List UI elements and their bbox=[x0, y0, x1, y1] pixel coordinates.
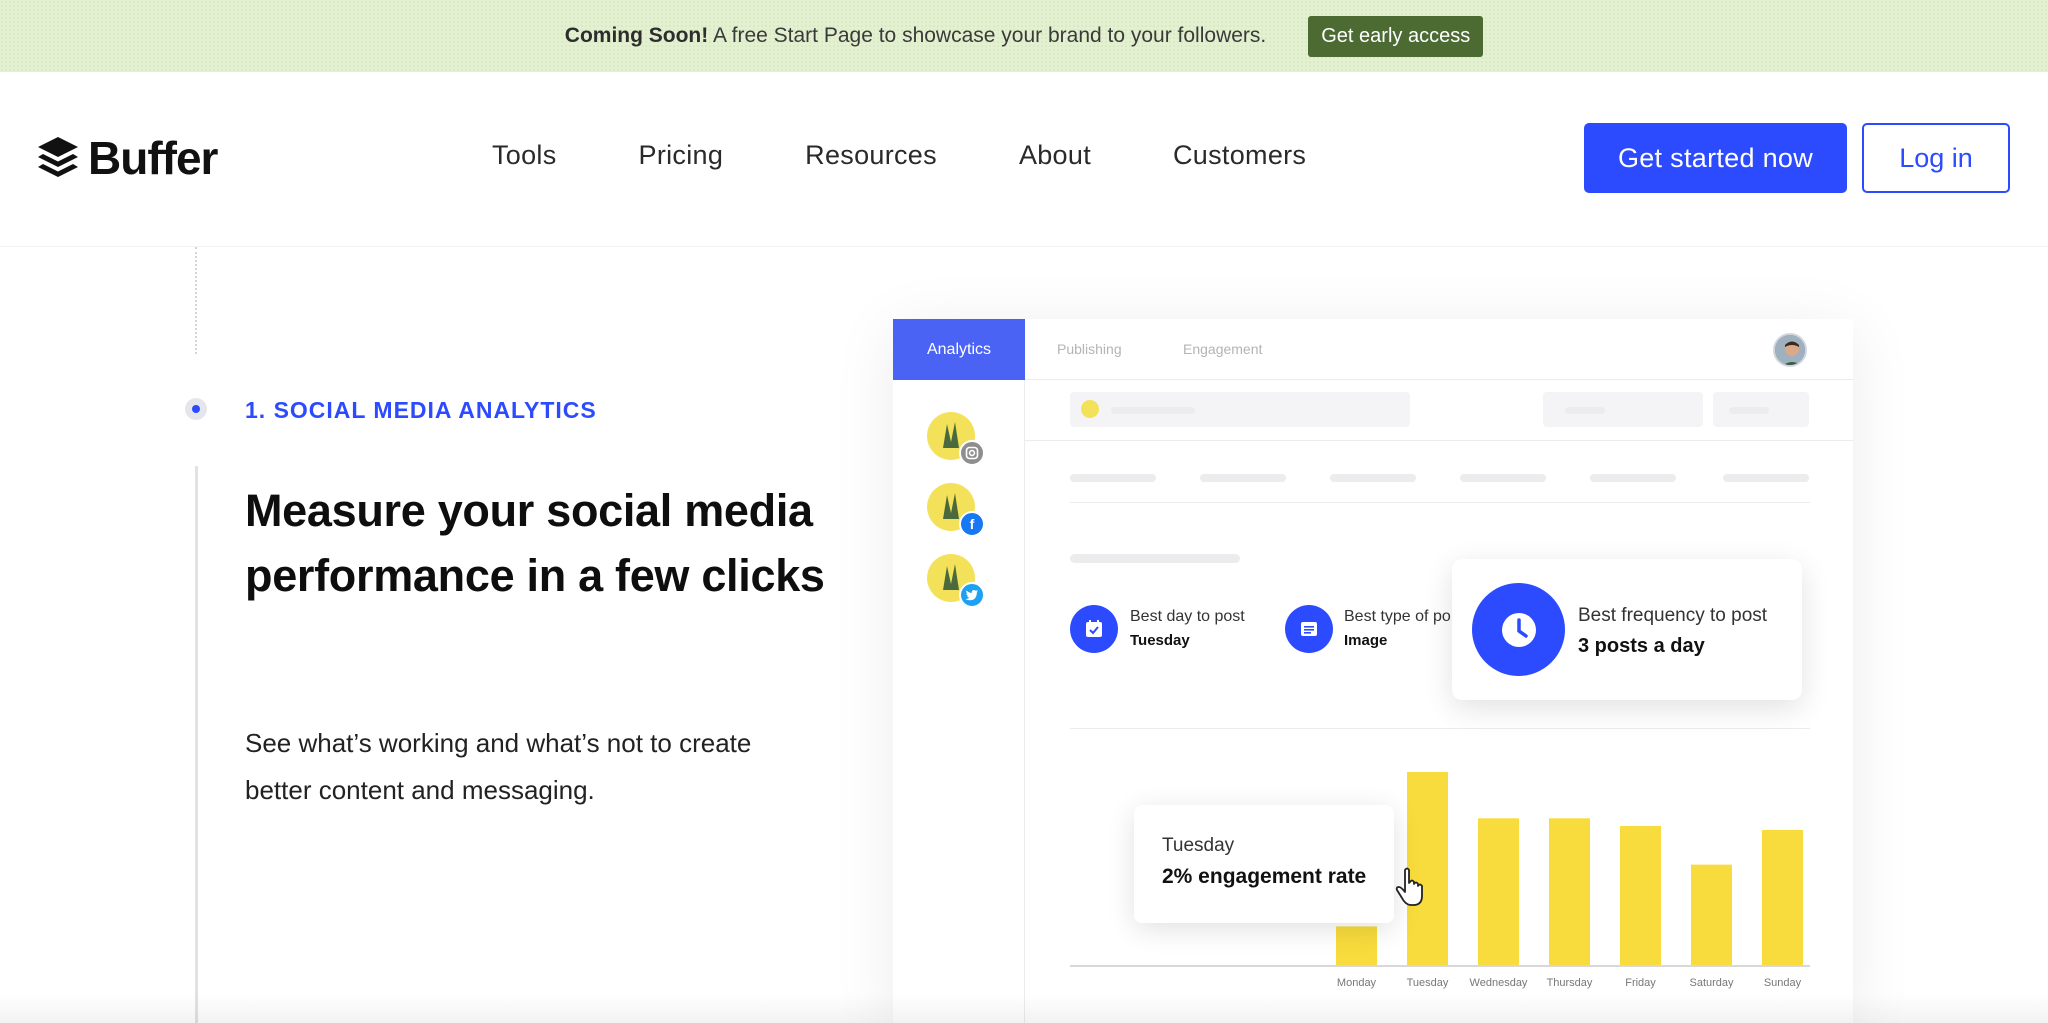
nav-item-customers[interactable]: Customers bbox=[1173, 140, 1306, 171]
tab-analytics[interactable]: Analytics bbox=[893, 319, 1025, 380]
account-selector-avatar bbox=[1081, 400, 1099, 418]
skeleton-bar bbox=[1111, 407, 1195, 414]
frequency-value: 3 posts a day bbox=[1578, 635, 1705, 657]
best-frequency-card: Best frequency to post 3 posts a day bbox=[1452, 559, 1802, 700]
get-started-button[interactable]: Get started now bbox=[1584, 123, 1847, 193]
divider bbox=[1070, 502, 1810, 503]
skeleton-bar bbox=[1729, 407, 1769, 414]
stat-value-best-day: Tuesday bbox=[1130, 632, 1190, 649]
bar-friday[interactable] bbox=[1620, 826, 1661, 965]
nav-item-about[interactable]: About bbox=[1019, 140, 1091, 171]
tab-engagement[interactable]: Engagement bbox=[1183, 341, 1262, 357]
main-nav: Tools Pricing Resources About Customers bbox=[492, 140, 1306, 171]
bar-thursday[interactable] bbox=[1549, 818, 1590, 965]
tick-label-sunday: Sunday bbox=[1764, 977, 1802, 989]
divider bbox=[1025, 440, 1853, 441]
nav-item-resources[interactable]: Resources bbox=[805, 140, 937, 171]
timeline-line bbox=[195, 466, 198, 1023]
frequency-label: Best frequency to post bbox=[1578, 605, 1768, 626]
skeleton-bar bbox=[1070, 554, 1240, 563]
divider bbox=[1070, 728, 1810, 729]
announcement-bar: Coming Soon! A free Start Page to showca… bbox=[0, 0, 2048, 72]
skeleton-bar bbox=[1590, 474, 1676, 482]
account-avatar-facebook[interactable]: f bbox=[927, 483, 985, 537]
site-header: Buffer Tools Pricing Resources About Cus… bbox=[0, 72, 2048, 247]
tick-label-tuesday: Tuesday bbox=[1407, 977, 1449, 989]
tick-label-friday: Friday bbox=[1625, 977, 1656, 989]
engagement-tooltip: Tuesday 2% engagement rate bbox=[1134, 805, 1394, 923]
skeleton-bar bbox=[1565, 407, 1605, 414]
skeleton-bar bbox=[1460, 474, 1546, 482]
bar-wednesday[interactable] bbox=[1478, 818, 1519, 965]
tick-label-thursday: Thursday bbox=[1547, 977, 1593, 989]
account-avatar-instagram[interactable] bbox=[927, 412, 985, 466]
calendar-icon bbox=[1070, 605, 1118, 653]
announcement-text: Coming Soon! A free Start Page to showca… bbox=[565, 24, 1266, 48]
skeleton-bar bbox=[1070, 474, 1156, 482]
stat-label-best-day: Best day to post bbox=[1130, 608, 1245, 625]
skeleton-bar bbox=[1723, 474, 1809, 482]
stat-value-best-type: Image bbox=[1344, 632, 1388, 649]
avatar[interactable] bbox=[1773, 333, 1807, 367]
user-avatar-icon bbox=[1775, 335, 1805, 365]
tick-label-saturday: Saturday bbox=[1689, 977, 1734, 989]
brand-name: Buffer bbox=[88, 132, 218, 184]
timeline-dotted-line bbox=[195, 247, 197, 354]
announcement-bold: Coming Soon! bbox=[564, 24, 709, 47]
nav-item-tools[interactable]: Tools bbox=[492, 140, 557, 171]
feature-description: See what’s working and what’s not to cre… bbox=[245, 728, 752, 805]
bar-sunday[interactable] bbox=[1762, 829, 1803, 965]
announcement-message: A free Start Page to showcase your brand… bbox=[712, 24, 1267, 47]
log-in-button[interactable]: Log in bbox=[1862, 123, 2010, 193]
instagram-icon bbox=[959, 440, 985, 466]
tick-label-monday: Monday bbox=[1337, 977, 1377, 989]
page-title: Measure your social media performance in… bbox=[245, 485, 825, 601]
stat-label-best-type: Best type of po bbox=[1344, 608, 1451, 625]
step-label: 1. SOCIAL MEDIA ANALYTICS bbox=[245, 397, 597, 423]
tab-publishing[interactable]: Publishing bbox=[1057, 341, 1122, 357]
skeleton-bar bbox=[1330, 474, 1416, 482]
account-avatar-twitter[interactable] bbox=[927, 554, 985, 608]
post-type-icon bbox=[1285, 605, 1333, 653]
tooltip-day: Tuesday bbox=[1162, 835, 1235, 856]
clock-icon bbox=[1472, 583, 1565, 676]
bar-saturday[interactable] bbox=[1691, 864, 1732, 965]
dashboard-topbar: Analytics Publishing Engagement bbox=[893, 319, 1853, 380]
tooltip-rate: 2% engagement rate bbox=[1162, 865, 1367, 888]
twitter-icon bbox=[959, 582, 985, 608]
bar-monday[interactable] bbox=[1336, 926, 1377, 965]
hand-cursor-icon bbox=[1395, 867, 1423, 906]
step-marker bbox=[185, 398, 207, 420]
nav-item-pricing[interactable]: Pricing bbox=[639, 140, 724, 171]
facebook-icon: f bbox=[959, 511, 985, 537]
tick-label-wednesday: Wednesday bbox=[1470, 977, 1528, 989]
get-early-access-button[interactable]: Get early access bbox=[1308, 15, 1484, 57]
skeleton-bar bbox=[1200, 474, 1286, 482]
logo[interactable]: Buffer bbox=[36, 131, 218, 185]
buffer-logo-icon bbox=[38, 137, 78, 177]
